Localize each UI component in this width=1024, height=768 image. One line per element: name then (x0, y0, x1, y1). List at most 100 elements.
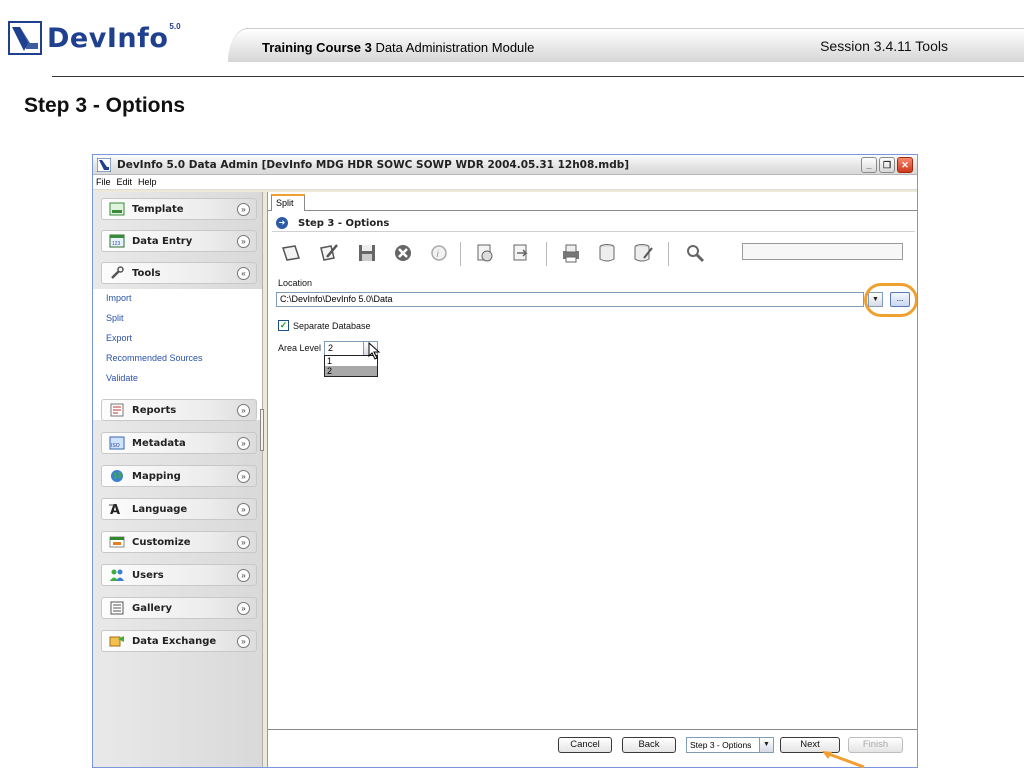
tab-split[interactable]: Split (271, 194, 305, 211)
sidebar-group-template[interactable]: Template » (101, 198, 257, 220)
sidebar: Template » 123 Data Entry » Tools « Impo… (93, 192, 264, 767)
chevron-up-icon[interactable]: « (237, 267, 250, 280)
header-rule (52, 76, 1024, 77)
sidebar-group-data-exchange[interactable]: Data Exchange » (101, 630, 257, 652)
maximize-button[interactable]: ❐ (879, 157, 895, 173)
metadata-icon: ISO (108, 435, 126, 451)
menu-help[interactable]: Help (138, 177, 157, 187)
highlight-circle (864, 283, 917, 317)
tab-strip: Split (268, 192, 917, 211)
customize-icon (108, 534, 126, 550)
session-label: Session 3.4.11 Tools (820, 38, 948, 54)
tools-item-validate[interactable]: Validate (106, 373, 138, 383)
tools-item-recommended-sources[interactable]: Recommended Sources (106, 353, 203, 363)
chevron-down-icon[interactable]: » (237, 503, 250, 516)
sidebar-group-gallery[interactable]: Gallery » (101, 597, 257, 619)
window-titlebar[interactable]: DevInfo 5.0 Data Admin [DevInfo MDG HDR … (93, 155, 917, 175)
close-button[interactable]: ✕ (897, 157, 913, 173)
export-icon[interactable] (508, 240, 534, 266)
sidebar-group-label: Mapping (132, 470, 181, 482)
mouse-cursor-icon (368, 342, 381, 360)
separate-database-checkbox[interactable]: ✓ (278, 320, 289, 331)
save-icon[interactable] (354, 240, 380, 266)
toolbar-separator (546, 242, 547, 266)
sidebar-group-metadata[interactable]: ISO Metadata » (101, 432, 257, 454)
step-title: Step 3 - Options (298, 217, 390, 229)
step-select-dropdown-button[interactable]: ▼ (759, 737, 774, 753)
chevron-down-icon[interactable]: » (237, 635, 250, 648)
location-input[interactable]: C:\DevInfo\DevInfo 5.0\Data (276, 292, 864, 307)
app-window: DevInfo 5.0 Data Admin [DevInfo MDG HDR … (92, 154, 918, 768)
sidebar-group-data-entry[interactable]: 123 Data Entry » (101, 230, 257, 252)
database-edit-icon[interactable] (630, 240, 656, 266)
sidebar-group-customize[interactable]: Customize » (101, 531, 257, 553)
separate-database-label: Separate Database (293, 321, 371, 331)
help-icon[interactable]: i (426, 240, 452, 266)
sidebar-group-label: Users (132, 569, 164, 581)
course-bold: Training Course 3 (262, 40, 372, 55)
search-input[interactable] (742, 243, 903, 260)
slide-title: Step 3 - Options (24, 94, 186, 117)
users-icon (108, 567, 126, 583)
sidebar-group-tools[interactable]: Tools « (101, 262, 257, 284)
course-title: Training Course 3 Data Administration Mo… (262, 40, 534, 55)
delete-icon[interactable] (390, 240, 416, 266)
logo-version: 5.0 (169, 21, 181, 31)
svg-text:ISO: ISO (111, 443, 120, 449)
sidebar-group-mapping[interactable]: Mapping » (101, 465, 257, 487)
chevron-down-icon[interactable]: » (237, 602, 250, 615)
sidebar-group-label: Data Entry (132, 235, 193, 247)
toolbar-separator (460, 242, 461, 266)
window-controls: _ ❐ ✕ (861, 157, 913, 173)
tools-item-import[interactable]: Import (106, 293, 132, 303)
annotation-arrow-icon (822, 751, 865, 768)
tools-item-export[interactable]: Export (106, 333, 132, 343)
menu-bar: File Edit Help (93, 175, 917, 190)
devinfo-logo: DevInfo 5.0 (8, 18, 181, 58)
wrench-icon (108, 265, 126, 281)
sidebar-group-label: Gallery (132, 602, 173, 614)
sidebar-group-label: Language (132, 503, 188, 515)
sidebar-group-label: Template (132, 203, 184, 215)
menu-file[interactable]: File (96, 177, 111, 187)
sidebar-group-label: Data Exchange (132, 635, 217, 647)
search-icon[interactable] (682, 240, 708, 266)
globe-icon (108, 468, 126, 484)
tools-item-split[interactable]: Split (106, 313, 124, 323)
chevron-down-icon[interactable]: » (237, 569, 250, 582)
chevron-down-icon[interactable]: » (237, 470, 250, 483)
database-icon[interactable] (594, 240, 620, 266)
svg-text:123: 123 (112, 241, 121, 247)
chevron-down-icon[interactable]: » (237, 404, 250, 417)
chevron-down-icon[interactable]: » (237, 203, 250, 216)
chevron-down-icon[interactable]: » (237, 437, 250, 450)
splitter-handle[interactable] (260, 409, 264, 451)
sidebar-group-label: Reports (132, 404, 177, 416)
minimize-button[interactable]: _ (861, 157, 877, 173)
sidebar-group-label: Customize (132, 536, 191, 548)
gallery-icon (108, 600, 126, 616)
chevron-down-icon[interactable]: » (237, 536, 250, 549)
print-icon[interactable] (558, 240, 584, 266)
sidebar-group-language[interactable]: A Language » (101, 498, 257, 520)
sidebar-group-label: Tools (132, 267, 161, 279)
logo-text: DevInfo (47, 22, 169, 54)
logo-mark-icon (8, 21, 42, 55)
location-label: Location (278, 278, 313, 288)
edit-icon[interactable] (316, 240, 342, 266)
app-logo-icon (97, 157, 111, 172)
import-icon[interactable] (472, 240, 498, 266)
sidebar-group-users[interactable]: Users » (101, 564, 257, 586)
cancel-button[interactable]: Cancel (558, 737, 612, 753)
back-button[interactable]: Back (622, 737, 676, 753)
course-module: Data Administration Module (375, 40, 535, 55)
toolbar: i (276, 236, 916, 268)
menu-edit[interactable]: Edit (117, 177, 133, 187)
window-title: DevInfo 5.0 Data Admin [DevInfo MDG HDR … (117, 158, 630, 171)
data-entry-icon: 123 (108, 233, 126, 249)
new-icon[interactable] (278, 240, 304, 266)
sidebar-group-reports[interactable]: Reports » (101, 399, 257, 421)
chevron-down-icon[interactable]: » (237, 235, 250, 248)
area-level-option-selected[interactable]: 2 (325, 366, 377, 376)
area-level-label: Area Level (278, 343, 322, 353)
